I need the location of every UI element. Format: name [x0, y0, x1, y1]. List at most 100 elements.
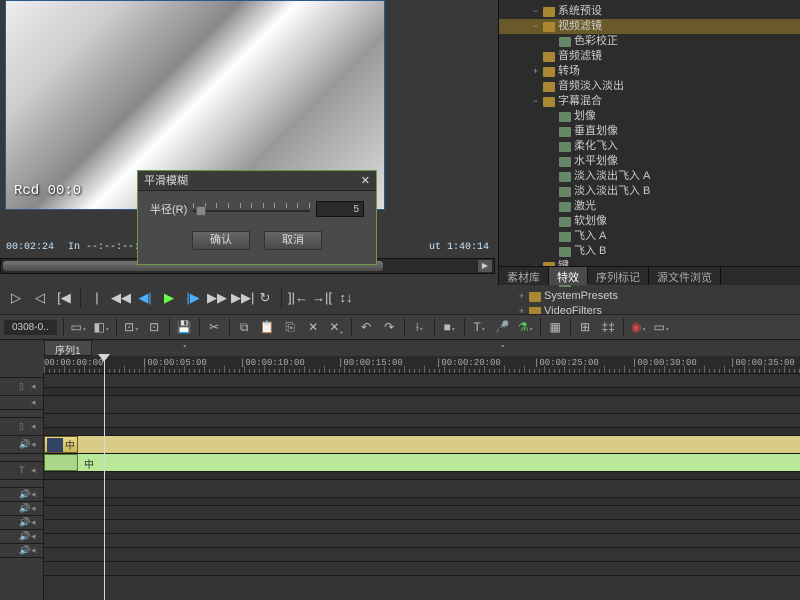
tree-item-飞入 A[interactable]: 飞入 A	[499, 229, 800, 244]
track-head-a2[interactable]: 🔊◂	[0, 488, 43, 502]
time-ruler[interactable]: 00:00:00:00|00:00:05:00|00:00:10:00|00:0…	[44, 356, 800, 374]
track-head-a1[interactable]: 🔊◂	[0, 436, 43, 454]
tree-item-软划像[interactable]: 软划像	[499, 214, 800, 229]
tree-item-激光[interactable]: 激光	[499, 199, 800, 214]
effects-tab-1[interactable]: 特效	[549, 267, 588, 285]
step-back-button[interactable]: ◀|	[135, 288, 155, 308]
tree-item-水平划像[interactable]: 水平划像	[499, 154, 800, 169]
mic-icon[interactable]: 🎤▾	[494, 319, 511, 336]
play-button[interactable]: ▶	[159, 288, 179, 308]
more-icon[interactable]: ▭▾	[653, 319, 670, 336]
paste-icon[interactable]: 📋	[259, 319, 276, 336]
tree-item-垂直划像[interactable]: 垂直划像	[499, 124, 800, 139]
open-tool-icon[interactable]: ⊡	[146, 319, 163, 336]
track-head-a5[interactable]: 🔊◂	[0, 530, 43, 544]
track-head-v2[interactable]: ▯◂	[0, 378, 43, 396]
fx-icon[interactable]: ⚗▾	[517, 319, 534, 336]
paste-insert-icon[interactable]: ⎘	[282, 319, 299, 336]
track-v1[interactable]: 中	[44, 436, 800, 454]
tree-item-飞入 B[interactable]: 飞入 B	[499, 244, 800, 259]
sequence-tab[interactable]: 序列1	[44, 340, 92, 356]
mark-in-button[interactable]: ]|←	[288, 288, 308, 308]
slider-thumb[interactable]	[196, 206, 206, 216]
scroll-right-icon[interactable]: ▶	[478, 260, 492, 272]
redo-icon[interactable]: ↷	[381, 319, 398, 336]
home-button[interactable]: |◀◀	[87, 288, 107, 308]
cancel-button[interactable]: 取消	[264, 231, 322, 250]
track-a3[interactable]	[44, 520, 800, 534]
track-v2-fx[interactable]	[44, 414, 800, 428]
adjust-icon[interactable]: ‡‡	[600, 319, 617, 336]
step-forward-button[interactable]: |▶	[183, 288, 203, 308]
cut-icon[interactable]: ✂	[206, 319, 223, 336]
tree-item-音频淡入淡出[interactable]: 音频淡入淡出	[499, 79, 800, 94]
tree-item-柔化飞入[interactable]: 柔化飞入	[499, 139, 800, 154]
text-tool-icon[interactable]: T▾	[471, 319, 488, 336]
track-v2[interactable]	[44, 396, 800, 414]
delete-icon[interactable]: ✕	[305, 319, 322, 336]
effects-tab-2[interactable]: 序列标记	[588, 267, 649, 285]
radius-slider[interactable]	[193, 201, 310, 217]
effects-tab-0[interactable]: 素材库	[499, 267, 549, 285]
record-icon[interactable]: ◉▾	[630, 319, 647, 336]
save-icon[interactable]: 💾▾	[176, 319, 193, 336]
track-head-a6[interactable]: 🔊◂	[0, 544, 43, 558]
tree-item-系统预设[interactable]: −系统预设	[499, 4, 800, 19]
track-a1[interactable]: 中	[44, 454, 800, 472]
track-head-v1[interactable]: ▯◂	[0, 418, 43, 436]
tree-item-字幕混合[interactable]: −字幕混合	[499, 94, 800, 109]
radius-input[interactable]	[316, 201, 364, 217]
tree-item-色彩校正[interactable]: 色彩校正	[499, 34, 800, 49]
audio-clip[interactable]	[44, 454, 78, 471]
track-head-t1[interactable]: T◂	[0, 462, 43, 480]
tree-toggle-icon[interactable]: −	[531, 94, 540, 109]
effects-tab-3[interactable]: 源文件浏览	[649, 267, 721, 285]
tree-toggle-icon[interactable]: +	[531, 64, 540, 79]
loop-button[interactable]: ↻	[255, 288, 275, 308]
tree-item-音频滤镜[interactable]: 音频滤镜	[499, 49, 800, 64]
tree-item-SystemPresets[interactable]: +SystemPresets	[499, 289, 800, 304]
rewind-button[interactable]: ◀◀	[111, 288, 131, 308]
track-a5[interactable]	[44, 548, 800, 562]
track-a6[interactable]	[44, 562, 800, 576]
undo-icon[interactable]: ↶	[358, 319, 375, 336]
dialog-titlebar[interactable]: 平滑模糊 ✕	[138, 171, 376, 191]
ok-button[interactable]: 确认	[192, 231, 250, 250]
slider-icon[interactable]: ⊞	[577, 319, 594, 336]
tree-item-视频滤镜[interactable]: −视频滤镜	[499, 19, 800, 34]
project-tab[interactable]: 0308-0..	[4, 320, 57, 335]
set-out-button[interactable]: ◁	[30, 288, 50, 308]
track-head-a3[interactable]: 🔊◂	[0, 502, 43, 516]
video-clip[interactable]: 中	[44, 436, 78, 453]
mark-out-button[interactable]: →|[	[312, 288, 332, 308]
expand-button[interactable]: ↕↓	[336, 288, 356, 308]
track-a4[interactable]	[44, 534, 800, 548]
tree-toggle-icon[interactable]: −	[531, 4, 540, 19]
track-t2[interactable]	[44, 374, 800, 388]
track-head-a4[interactable]: 🔊◂	[0, 516, 43, 530]
ripple-delete-icon[interactable]: ✕+	[328, 319, 345, 336]
tree-toggle-icon[interactable]: +	[517, 289, 526, 304]
fast-forward-button[interactable]: ▶▶	[207, 288, 227, 308]
copy-icon[interactable]: ⧉	[236, 319, 253, 336]
tree-toggle-icon[interactable]: −	[531, 19, 540, 34]
grid-icon[interactable]: ▦	[547, 319, 564, 336]
close-icon[interactable]: ✕	[361, 171, 370, 190]
tree-item-转场[interactable]: +转场	[499, 64, 800, 79]
playhead[interactable]	[104, 356, 105, 600]
tree-item-淡入淡出飞入 B[interactable]: 淡入淡出飞入 B	[499, 184, 800, 199]
camera-icon[interactable]: ■▾	[441, 319, 458, 336]
timeline-tracks[interactable]: 00:00:00:00|00:00:05:00|00:00:10:00|00:0…	[44, 356, 800, 600]
tree-item-划像[interactable]: 划像	[499, 109, 800, 124]
prev-edit-button[interactable]: [◀	[54, 288, 74, 308]
track-t1[interactable]	[44, 480, 800, 498]
set-in-button[interactable]: ▷	[6, 288, 26, 308]
end-button[interactable]: ▶▶|	[231, 288, 251, 308]
tree-item-淡入淡出飞入 A[interactable]: 淡入淡出飞入 A	[499, 169, 800, 184]
track-head-v2b[interactable]: ◂	[0, 396, 43, 410]
track-a2[interactable]	[44, 506, 800, 520]
marker-tool-icon[interactable]: ◧▾	[93, 319, 110, 336]
select-tool-icon[interactable]: ▭▾	[70, 319, 87, 336]
razor-icon[interactable]: ⟊▾	[411, 319, 428, 336]
gap-tool-icon[interactable]: ⊡▾	[123, 319, 140, 336]
